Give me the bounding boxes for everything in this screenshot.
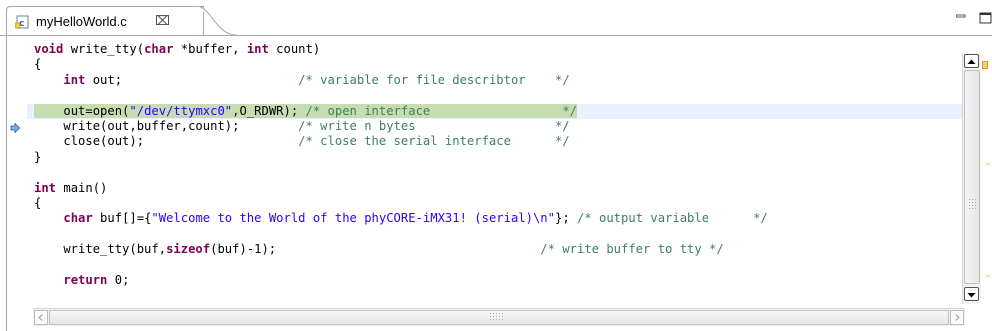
code-line[interactable]: write_tty(buf,sizeof(buf)-1); /* write b… xyxy=(27,242,963,257)
code-token: write_tty( xyxy=(63,42,145,56)
code-line[interactable]: write(out,buffer,count); /* write n byte… xyxy=(27,119,963,134)
code-token: int xyxy=(34,180,57,195)
code-token: /* output variable */ xyxy=(577,211,768,226)
code-line[interactable]: char buf[]={"Welcome to the World of the… xyxy=(27,211,963,226)
code-token: close(out); xyxy=(34,134,299,149)
overview-tick[interactable] xyxy=(985,163,990,165)
instruction-pointer-arrow-icon xyxy=(10,123,20,133)
overview-ruler[interactable] xyxy=(981,53,991,304)
code-line[interactable]: close(out); /* close the serial interfac… xyxy=(27,134,963,149)
code-token: out=open( xyxy=(63,103,130,118)
code-token: count) xyxy=(268,42,321,56)
code-token: /* close the serial interface */ xyxy=(298,134,570,149)
tab-title: myHelloWorld.c xyxy=(36,14,127,29)
code-line[interactable]: int out; /* variable for file describtor… xyxy=(27,73,963,88)
grip-icon xyxy=(969,199,976,209)
code-token: main() xyxy=(56,180,108,195)
code-token: buf[]={ xyxy=(92,211,152,226)
code-line[interactable]: out=open("/dev/ttymxc0",O_RDWR); /* open… xyxy=(27,103,963,119)
code-token: return xyxy=(63,272,108,287)
code-token: (buf)-1); xyxy=(210,242,541,257)
code-token: out; xyxy=(85,72,299,87)
code-line[interactable]: int main() xyxy=(27,181,963,196)
c-source-file-icon: c xyxy=(15,15,29,29)
code-token: *buffer, xyxy=(173,42,247,56)
code-line[interactable] xyxy=(27,88,963,103)
scroll-left-arrow-icon[interactable] xyxy=(34,310,48,325)
code-token: } xyxy=(34,149,42,164)
code-text-area[interactable]: void write_tty(char *buffer, int count){… xyxy=(27,42,963,304)
code-token: int xyxy=(246,42,269,56)
code-token: char xyxy=(63,211,93,226)
horizontal-scroll-thumb[interactable] xyxy=(49,310,949,325)
tab-edge-curve xyxy=(196,6,236,36)
code-token: }; xyxy=(554,211,577,226)
vertical-scroll-thumb[interactable] xyxy=(964,70,980,284)
code-token: /* write n bytes */ xyxy=(298,118,570,133)
code-line[interactable]: { xyxy=(27,57,963,72)
code-line[interactable]: { xyxy=(27,196,963,211)
code-line[interactable]: void write_tty(char *buffer, int count) xyxy=(27,42,963,57)
overview-annotation-marker[interactable] xyxy=(982,61,988,69)
minimize-icon[interactable] xyxy=(956,12,966,20)
horizontal-scrollbar[interactable] xyxy=(33,308,965,326)
editor-tab-bar: c myHelloWorld.c ⌧ xyxy=(0,0,992,36)
code-line[interactable]: } xyxy=(27,150,963,165)
tab-close-icon[interactable]: ⌧ xyxy=(155,13,170,29)
scroll-up-arrow-icon[interactable] xyxy=(964,54,979,68)
code-token: "Welcome to the World of the phyCORE-iMX… xyxy=(151,211,555,226)
code-token: write_tty(buf, xyxy=(34,242,167,257)
code-token: 0; xyxy=(107,272,130,287)
code-token: void xyxy=(34,42,64,56)
code-token: ,O_RDWR); xyxy=(232,103,306,118)
code-token xyxy=(34,103,64,118)
code-token: char xyxy=(144,42,174,56)
code-token: { xyxy=(34,195,42,210)
maximize-icon[interactable] xyxy=(979,12,992,24)
code-token: /* write buffer to tty */ xyxy=(540,242,724,257)
code-token: /* open interface */ xyxy=(305,103,578,118)
grip-icon xyxy=(490,313,503,320)
scroll-right-arrow-icon[interactable] xyxy=(950,310,964,325)
code-token: { xyxy=(34,57,42,72)
code-token: write(out,buffer,count); xyxy=(34,118,299,133)
code-line[interactable]: return 0; xyxy=(27,273,963,288)
code-token: int xyxy=(63,72,86,87)
code-line[interactable] xyxy=(27,227,963,242)
editor-tab[interactable]: c myHelloWorld.c ⌧ xyxy=(6,6,204,36)
code-line[interactable] xyxy=(27,165,963,180)
vertical-scrollbar[interactable] xyxy=(962,53,981,304)
code-token: /* variable for file describtor */ xyxy=(298,72,570,87)
code-line[interactable] xyxy=(27,257,963,272)
code-token: "/dev/ttymxc0" xyxy=(129,103,233,118)
overview-tick[interactable] xyxy=(985,275,990,277)
code-editor[interactable]: void write_tty(char *buffer, int count){… xyxy=(6,36,991,331)
scroll-down-arrow-icon[interactable] xyxy=(964,287,979,301)
code-token: sizeof xyxy=(166,242,211,257)
editor-vertical-ruler[interactable] xyxy=(7,36,27,304)
